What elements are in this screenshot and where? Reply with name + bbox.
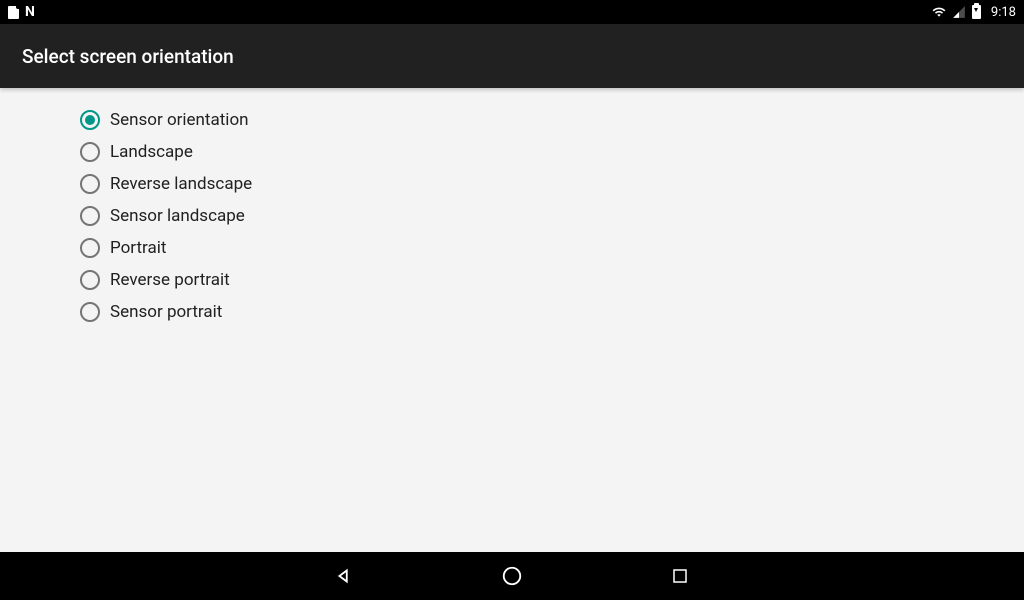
recent-apps-button[interactable]: [666, 562, 694, 590]
n-icon: N: [25, 4, 35, 20]
radio-label: Sensor portrait: [110, 302, 222, 322]
radio-label: Landscape: [110, 142, 193, 162]
signal-icon: [952, 5, 966, 19]
radio-unselected-icon: [80, 270, 100, 290]
battery-charging-icon: [972, 5, 981, 19]
page-title: Select screen orientation: [22, 45, 234, 68]
radio-unselected-icon: [80, 238, 100, 258]
radio-unselected-icon: [80, 174, 100, 194]
radio-label: Sensor orientation: [110, 110, 249, 130]
status-left: N: [8, 4, 35, 20]
radio-option[interactable]: Portrait: [80, 232, 1024, 264]
status-clock: 9:18: [991, 5, 1016, 20]
radio-selected-icon: [80, 110, 100, 130]
radio-option[interactable]: Sensor portrait: [80, 296, 1024, 328]
options-list: Sensor orientation Landscape Reverse lands…: [0, 88, 1024, 328]
status-right: 9:18: [932, 5, 1016, 20]
navigation-bar: [0, 552, 1024, 600]
radio-label: Reverse portrait: [110, 270, 230, 290]
sd-card-icon: [8, 6, 19, 19]
radio-label: Portrait: [110, 238, 166, 258]
radio-unselected-icon: [80, 142, 100, 162]
radio-unselected-icon: [80, 302, 100, 322]
radio-option[interactable]: Reverse landscape: [80, 168, 1024, 200]
radio-option[interactable]: Landscape: [80, 136, 1024, 168]
radio-label: Sensor landscape: [110, 206, 245, 226]
radio-label: Reverse landscape: [110, 174, 252, 194]
radio-option[interactable]: Sensor orientation: [80, 104, 1024, 136]
status-bar: N 9:18: [0, 0, 1024, 24]
radio-option[interactable]: Reverse portrait: [80, 264, 1024, 296]
wifi-icon: [932, 5, 946, 19]
radio-unselected-icon: [80, 206, 100, 226]
radio-option[interactable]: Sensor landscape: [80, 200, 1024, 232]
app-bar: Select screen orientation: [0, 24, 1024, 88]
back-button[interactable]: [330, 562, 358, 590]
home-button[interactable]: [498, 562, 526, 590]
